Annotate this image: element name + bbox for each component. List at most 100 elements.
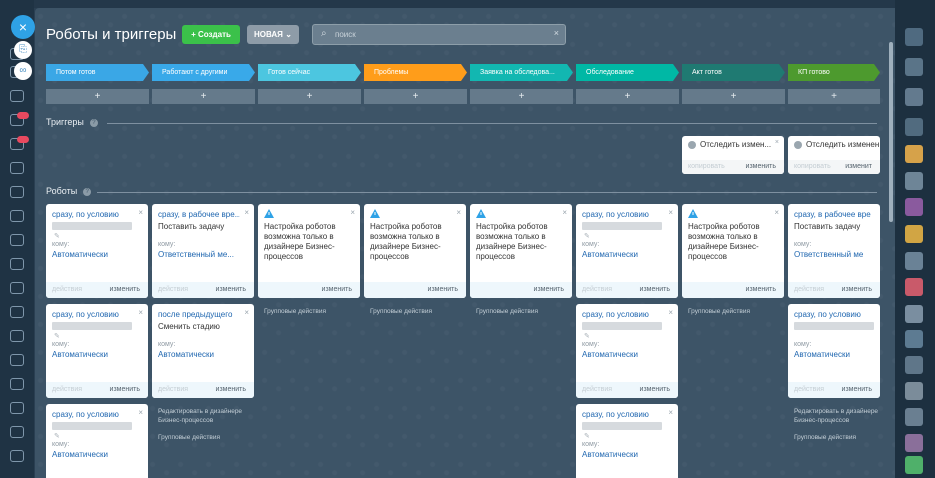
edit-link[interactable]: изменить [110, 386, 140, 393]
avatar[interactable] [905, 118, 923, 136]
avatar[interactable] [905, 408, 923, 426]
add-stage-robot-button[interactable]: + [364, 89, 467, 104]
edit-link[interactable]: изменить [842, 386, 872, 393]
avatar[interactable] [905, 434, 923, 452]
link-icon[interactable]: ∞ [14, 62, 32, 80]
add-stage-robot-button[interactable]: + [576, 89, 679, 104]
edit-link[interactable]: изменить [640, 286, 670, 293]
robot-condition[interactable]: сразу, в рабочее вре [794, 210, 876, 219]
responsible-link[interactable]: Автоматически [582, 450, 670, 459]
robot-card[interactable]: сразу, по условию × ✎ кому: Автоматическ… [46, 304, 148, 398]
robot-card[interactable]: сразу, по условию × ✎ кому: Автоматическ… [46, 204, 148, 298]
responsible-link[interactable]: Автоматически [582, 350, 670, 359]
copy-link[interactable]: копировать [794, 163, 831, 170]
robot-condition[interactable]: после предыдущего [158, 310, 240, 319]
actions-link[interactable]: действия [794, 386, 824, 393]
app-icon[interactable] [10, 450, 24, 462]
robot-condition[interactable]: сразу, по условию [582, 310, 664, 319]
close-icon[interactable]: × [244, 308, 249, 317]
app-icon[interactable] [10, 330, 24, 342]
group-actions-link[interactable]: Групповые действия [264, 307, 326, 316]
close-icon[interactable]: × [138, 208, 143, 217]
app-icon[interactable] [10, 282, 24, 294]
edit-link[interactable]: изменить [216, 386, 246, 393]
actions-link[interactable]: действия [582, 386, 612, 393]
avatar[interactable] [905, 88, 923, 106]
avatar[interactable] [905, 172, 923, 190]
close-icon[interactable]: × [456, 208, 461, 217]
edit-link[interactable]: изменить [746, 286, 776, 293]
group-actions-link[interactable]: Групповые действия [688, 307, 750, 316]
edit-link[interactable]: изменить [534, 286, 564, 293]
close-icon[interactable]: × [775, 139, 779, 146]
robot-condition[interactable]: сразу, по условию [52, 310, 134, 319]
responsible-link[interactable]: Автоматически [52, 450, 140, 459]
help-icon[interactable]: ? [89, 118, 98, 127]
edit-link[interactable]: изменить [322, 286, 352, 293]
close-icon[interactable]: × [11, 15, 35, 39]
group-actions-link[interactable]: Групповые действия [794, 433, 856, 442]
avatar[interactable] [905, 330, 923, 348]
edit-in-designer-link[interactable]: Редактировать в дизайнере Бизнес-процесс… [158, 407, 253, 425]
avatar[interactable] [905, 305, 923, 323]
trigger-card[interactable]: Отследить измен... × копировать изменить [682, 136, 784, 174]
help-icon[interactable]: ? [83, 187, 92, 196]
app-icon[interactable] [10, 186, 24, 198]
app-icon[interactable] [10, 426, 24, 438]
avatar[interactable] [905, 225, 923, 243]
add-stage-robot-button[interactable]: + [46, 89, 149, 104]
avatar[interactable] [905, 456, 923, 474]
search-input[interactable] [335, 28, 535, 41]
robot-condition[interactable]: сразу, по условию [52, 410, 134, 419]
robot-condition[interactable]: сразу, по условию [52, 210, 134, 219]
app-icon[interactable] [10, 258, 24, 270]
actions-link[interactable]: действия [158, 286, 188, 293]
add-stage-robot-button[interactable]: + [470, 89, 573, 104]
app-icon[interactable] [10, 234, 24, 246]
pencil-icon[interactable]: ✎ [584, 232, 590, 240]
add-stage-robot-button[interactable]: + [258, 89, 361, 104]
avatar[interactable] [905, 28, 923, 46]
search-box[interactable]: ⌕ × [312, 24, 566, 45]
create-button[interactable]: + Создать [182, 25, 240, 44]
robot-card[interactable]: сразу, по условию × ✎ кому: Автоматическ… [46, 404, 148, 478]
app-icon[interactable] [10, 306, 24, 318]
app-icon[interactable] [10, 210, 24, 222]
edit-link[interactable]: изменить [110, 286, 140, 293]
robot-condition[interactable]: сразу, по условию [794, 310, 876, 319]
avatar[interactable] [905, 58, 923, 76]
add-stage-robot-button[interactable]: + [682, 89, 785, 104]
robot-card[interactable]: сразу, в рабочее вре... × Поставить зада… [152, 204, 254, 298]
actions-link[interactable]: действия [158, 386, 188, 393]
robot-condition[interactable]: сразу, в рабочее вре... [158, 210, 240, 219]
app-icon[interactable] [10, 402, 24, 414]
close-icon[interactable]: × [668, 208, 673, 217]
group-actions-link[interactable]: Групповые действия [476, 307, 538, 316]
close-icon[interactable]: × [668, 308, 673, 317]
robot-card[interactable]: после предыдущего × Сменить стадию кому:… [152, 304, 254, 398]
avatar[interactable] [905, 278, 923, 296]
robot-card[interactable]: сразу, по условию × ✎ кому: Автоматическ… [576, 204, 678, 298]
app-icon[interactable] [10, 90, 24, 102]
edit-link[interactable]: изменит [845, 163, 872, 170]
close-icon[interactable]: × [668, 408, 673, 417]
app-icon[interactable] [10, 354, 24, 366]
copy-link[interactable]: копировать [688, 163, 725, 170]
responsible-link[interactable]: Ответственный ме... [158, 250, 246, 259]
edit-link[interactable]: изменить [746, 163, 776, 170]
edit-link[interactable]: изменить [428, 286, 458, 293]
responsible-link[interactable]: Автоматически [158, 350, 246, 359]
avatar[interactable] [905, 356, 923, 374]
close-icon[interactable]: × [774, 208, 779, 217]
app-icon[interactable] [10, 162, 24, 174]
add-stage-robot-button[interactable]: + [152, 89, 255, 104]
avatar[interactable] [905, 382, 923, 400]
avatar[interactable] [905, 198, 923, 216]
edit-link[interactable]: изменить [640, 386, 670, 393]
group-actions-link[interactable]: Групповые действия [158, 433, 220, 442]
pencil-icon[interactable]: ✎ [584, 432, 590, 440]
pencil-icon[interactable]: ✎ [54, 432, 60, 440]
pencil-icon[interactable]: ✎ [54, 232, 60, 240]
close-icon[interactable]: × [244, 208, 249, 217]
robot-condition[interactable]: сразу, по условию [582, 410, 664, 419]
